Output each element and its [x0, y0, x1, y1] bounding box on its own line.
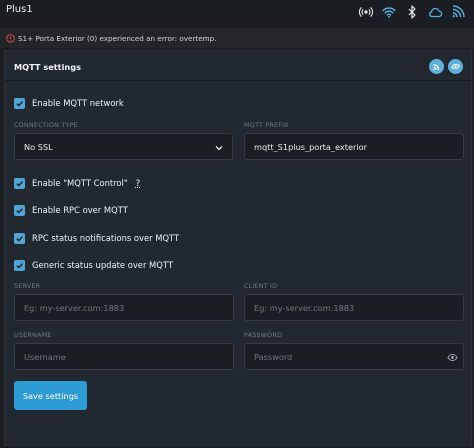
enable-mqtt-checkbox[interactable]	[14, 97, 25, 109]
bluetooth-icon[interactable]	[404, 4, 420, 20]
client-id-label: CLIENT ID	[244, 282, 278, 290]
eye-icon[interactable]	[447, 352, 458, 363]
client-id-field[interactable]	[244, 294, 464, 321]
cloud-icon[interactable]	[427, 4, 443, 20]
panel-header: MQTT settings	[5, 51, 471, 81]
help-link[interactable]: ?	[136, 178, 140, 188]
status-icons	[358, 4, 466, 20]
rss-button[interactable]	[429, 59, 444, 74]
alert-message: S1+ Porta Exterior (0) experienced an er…	[18, 33, 217, 43]
connection-type-select[interactable]: No SSL	[14, 133, 233, 160]
generic-status-row[interactable]: Generic status update over MQTT	[14, 259, 173, 271]
connection-type-label: CONNECTION TYPE	[14, 121, 78, 129]
radio-signal-icon[interactable]	[358, 4, 374, 20]
mqtt-prefix-field[interactable]	[244, 133, 464, 160]
connection-type-value: No SSL	[24, 141, 53, 152]
top-bar: Plus1	[0, 0, 474, 28]
app-title: Plus1	[6, 4, 33, 15]
password-input[interactable]	[254, 351, 463, 362]
rss-icon	[433, 64, 440, 71]
mqtt-control-label: Enable "MQTT Control"	[32, 178, 128, 188]
client-id-input[interactable]	[254, 302, 463, 313]
chevron-down-icon	[214, 143, 224, 153]
rpc-status-label: RPC status notifications over MQTT	[32, 233, 180, 243]
mqtt-icon[interactable]	[450, 4, 466, 20]
mqtt-control-row[interactable]: Enable "MQTT Control" ?	[14, 177, 140, 189]
rpc-checkbox[interactable]	[14, 204, 25, 216]
password-field[interactable]	[244, 343, 464, 370]
error-icon	[6, 33, 15, 43]
generic-status-label: Generic status update over MQTT	[32, 260, 173, 270]
link-button[interactable]	[448, 59, 463, 74]
panel-title: MQTT settings	[14, 62, 81, 72]
enable-mqtt-label: Enable MQTT network	[32, 98, 124, 108]
mqtt-prefix-input[interactable]	[254, 141, 463, 152]
mqtt-control-checkbox[interactable]	[14, 177, 25, 189]
server-input[interactable]	[24, 302, 233, 313]
rpc-status-row[interactable]: RPC status notifications over MQTT	[14, 232, 179, 244]
username-input[interactable]	[24, 351, 233, 362]
username-field[interactable]	[14, 343, 234, 370]
password-label: PASSWORD	[244, 331, 283, 339]
mqtt-prefix-label: MQTT PREFIX	[244, 121, 289, 129]
username-label: USERNAME	[14, 331, 52, 339]
error-alert: S1+ Porta Exterior (0) experienced an er…	[0, 28, 474, 48]
generic-status-checkbox[interactable]	[14, 259, 25, 271]
save-settings-button[interactable]: Save settings	[14, 381, 87, 410]
enable-mqtt-row[interactable]: Enable MQTT network	[14, 97, 124, 109]
rpc-label: Enable RPC over MQTT	[32, 205, 128, 215]
link-icon	[451, 64, 460, 69]
rpc-status-checkbox[interactable]	[14, 232, 25, 244]
mqtt-settings-panel: MQTT settings Enable MQTT network CONNEC…	[4, 50, 472, 446]
server-label: SERVER	[14, 282, 41, 290]
wifi-icon[interactable]	[381, 4, 397, 20]
server-field[interactable]	[14, 294, 234, 321]
rpc-row[interactable]: Enable RPC over MQTT	[14, 204, 128, 216]
